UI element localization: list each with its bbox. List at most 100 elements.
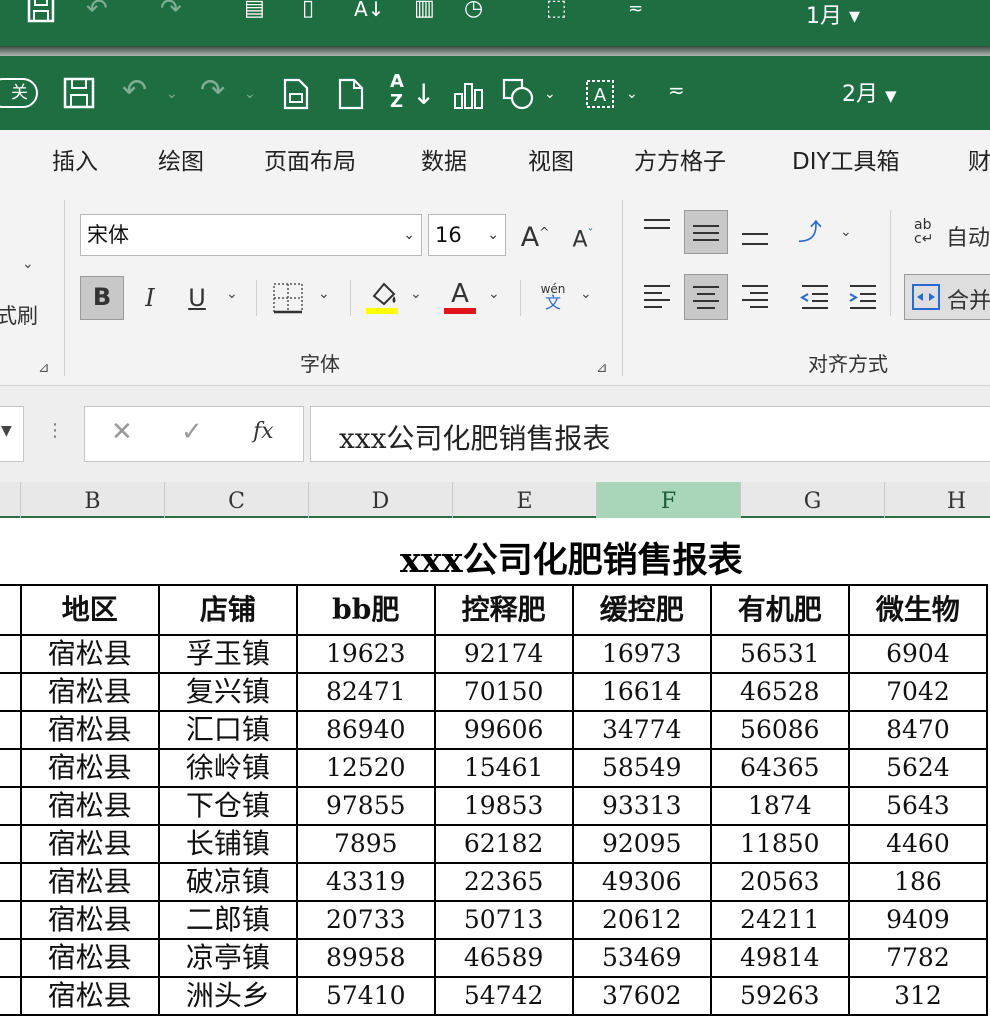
font-color-dropdown-icon[interactable]: ⌄ bbox=[488, 286, 500, 302]
clipboard-launcher-icon[interactable]: ⊿ bbox=[38, 360, 50, 376]
table-cell[interactable]: 7782 bbox=[847, 938, 989, 978]
bold-button[interactable]: B bbox=[80, 276, 124, 320]
table-cell[interactable]: 宿松县 bbox=[19, 634, 160, 674]
align-bottom-icon[interactable] bbox=[738, 224, 772, 258]
table-cell[interactable]: 64365 bbox=[709, 748, 850, 788]
align-top-icon[interactable] bbox=[640, 214, 674, 248]
table-cell[interactable] bbox=[0, 938, 22, 978]
table-cell[interactable]: 22365 bbox=[433, 862, 574, 902]
print-preview-icon[interactable] bbox=[282, 78, 310, 114]
phonetic-guide-button[interactable]: wén 文 bbox=[536, 282, 570, 311]
table-cell[interactable]: 49814 bbox=[709, 938, 850, 978]
tab-page-layout[interactable]: 页面布局 bbox=[264, 142, 356, 176]
table-cell[interactable]: 19623 bbox=[295, 634, 436, 674]
font-launcher-icon[interactable]: ⊿ bbox=[596, 360, 608, 376]
column-header-G[interactable]: G bbox=[741, 482, 885, 518]
enter-icon[interactable]: ✓ bbox=[181, 417, 203, 447]
shrink-font-button[interactable]: Aˇ bbox=[566, 214, 600, 260]
table-header-cell[interactable]: 缓控肥 bbox=[571, 584, 712, 636]
textbox-icon[interactable]: ⬚ bbox=[546, 0, 567, 24]
tab-view[interactable]: 视图 bbox=[528, 142, 574, 176]
table-cell[interactable]: 凉亭镇 bbox=[157, 938, 298, 978]
table-cell[interactable]: 5643 bbox=[847, 786, 989, 826]
paste-dropdown-icon[interactable]: ⌄ bbox=[22, 256, 34, 272]
table-header-cell[interactable]: 微生物 bbox=[847, 584, 989, 636]
table-cell[interactable]: 5624 bbox=[847, 748, 989, 788]
table-cell[interactable]: 20612 bbox=[571, 900, 712, 940]
table-cell[interactable]: 24211 bbox=[709, 900, 850, 940]
table-cell[interactable]: 93313 bbox=[571, 786, 712, 826]
table-cell[interactable] bbox=[0, 748, 22, 788]
column-header-H[interactable]: H bbox=[885, 482, 990, 518]
formula-bar-grip-icon[interactable]: ⋮ bbox=[46, 420, 64, 441]
table-cell[interactable]: 20563 bbox=[709, 862, 850, 902]
fill-color-dropdown-icon[interactable]: ⌄ bbox=[410, 286, 422, 302]
table-cell[interactable]: 20733 bbox=[295, 900, 436, 940]
textbox-dropdown-icon[interactable]: ⌄ bbox=[626, 86, 638, 102]
sort-icon[interactable]: A↓ bbox=[354, 0, 384, 24]
tab-finance[interactable]: 财 bbox=[968, 142, 990, 176]
table-cell[interactable] bbox=[0, 672, 22, 712]
column-header-B[interactable]: B bbox=[21, 482, 165, 518]
table-cell[interactable]: 7042 bbox=[847, 672, 989, 712]
redo-icon[interactable]: ↷ bbox=[160, 0, 182, 24]
table-cell[interactable]: 宿松县 bbox=[19, 862, 160, 902]
table-cell[interactable]: 下仓镇 bbox=[157, 786, 298, 826]
table-cell[interactable]: 99606 bbox=[433, 710, 574, 750]
font-name-combo[interactable]: 宋体 ⌄ bbox=[80, 214, 422, 256]
table-cell[interactable]: 37602 bbox=[571, 976, 712, 1016]
save-icon[interactable] bbox=[26, 0, 56, 31]
table-cell[interactable]: 62182 bbox=[433, 824, 574, 864]
table-cell[interactable]: 19853 bbox=[433, 786, 574, 826]
print-preview-icon[interactable]: ▤ bbox=[244, 0, 265, 24]
table-cell[interactable]: 16973 bbox=[571, 634, 712, 674]
format-painter-label[interactable]: 式刷 bbox=[0, 300, 38, 330]
formula-input[interactable]: xxx公司化肥销售报表 bbox=[310, 406, 990, 462]
chart-icon[interactable] bbox=[452, 80, 486, 114]
table-header-cell[interactable]: 有机肥 bbox=[709, 584, 850, 636]
customize-icon[interactable]: ≂ bbox=[628, 0, 643, 24]
orientation-icon[interactable]: ⤴ bbox=[798, 212, 822, 247]
chart-icon[interactable]: ▥ bbox=[414, 0, 435, 24]
tab-insert[interactable]: 插入 bbox=[52, 142, 98, 176]
table-cell[interactable]: 宿松县 bbox=[19, 900, 160, 940]
borders-icon[interactable] bbox=[272, 282, 304, 318]
table-cell[interactable]: 9409 bbox=[847, 900, 989, 940]
table-cell[interactable]: 49306 bbox=[571, 862, 712, 902]
table-header-cell[interactable]: 控释肥 bbox=[433, 584, 574, 636]
table-cell[interactable]: 70150 bbox=[433, 672, 574, 712]
table-cell[interactable]: 复兴镇 bbox=[157, 672, 298, 712]
table-cell[interactable]: 宿松县 bbox=[19, 938, 160, 978]
merge-center-button[interactable]: 合并 bbox=[904, 274, 990, 320]
sort-icon[interactable]: AZ bbox=[390, 72, 404, 112]
table-cell[interactable] bbox=[0, 786, 22, 826]
redo-dropdown-icon[interactable]: ⌄ bbox=[244, 86, 256, 102]
grow-font-button[interactable]: A^ bbox=[518, 212, 552, 258]
table-cell[interactable] bbox=[0, 634, 22, 674]
table-cell[interactable]: 92095 bbox=[571, 824, 712, 864]
undo-dropdown-icon[interactable]: ⌄ bbox=[166, 86, 178, 102]
table-cell[interactable]: 宿松县 bbox=[19, 824, 160, 864]
table-cell[interactable]: 汇口镇 bbox=[157, 710, 298, 750]
table-cell[interactable]: 宿松县 bbox=[19, 786, 160, 826]
redo-icon[interactable]: ↷ bbox=[200, 76, 225, 106]
table-cell[interactable]: 97855 bbox=[295, 786, 436, 826]
tab-diy-toolbox[interactable]: DIY工具箱 bbox=[792, 142, 900, 176]
table-cell[interactable]: 12520 bbox=[295, 748, 436, 788]
borders-dropdown-icon[interactable]: ⌄ bbox=[318, 286, 330, 302]
table-header-cell[interactable]: 店铺 bbox=[157, 584, 298, 636]
align-middle-icon[interactable] bbox=[684, 210, 728, 254]
table-cell[interactable] bbox=[0, 584, 22, 636]
table-cell[interactable] bbox=[0, 710, 22, 750]
table-cell[interactable]: 56531 bbox=[709, 634, 850, 674]
font-size-combo[interactable]: 16 ⌄ bbox=[428, 214, 506, 256]
insert-function-icon[interactable]: fx bbox=[253, 419, 274, 444]
wrap-text-label[interactable]: 自动 bbox=[946, 220, 990, 252]
table-cell[interactable]: 86940 bbox=[295, 710, 436, 750]
table-cell[interactable]: 57410 bbox=[295, 976, 436, 1016]
table-cell[interactable]: 50713 bbox=[433, 900, 574, 940]
table-cell[interactable]: 破凉镇 bbox=[157, 862, 298, 902]
table-cell[interactable]: 56086 bbox=[709, 710, 850, 750]
decrease-indent-icon[interactable] bbox=[798, 282, 832, 316]
table-cell[interactable]: 宿松县 bbox=[19, 748, 160, 788]
